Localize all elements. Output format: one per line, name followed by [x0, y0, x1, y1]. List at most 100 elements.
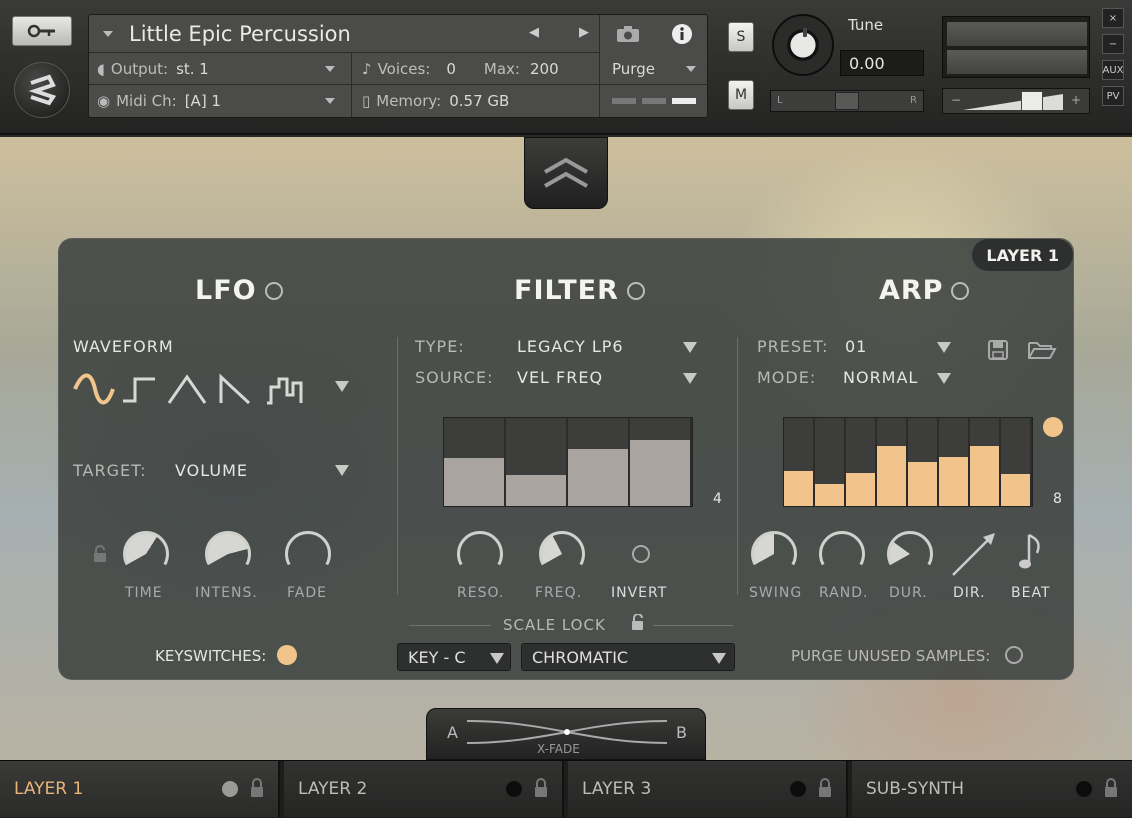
step-column[interactable]: [815, 418, 846, 506]
layer-enable-dot[interactable]: [222, 781, 238, 797]
arp-swing-knob[interactable]: [751, 531, 797, 567]
layer-enable-dot[interactable]: [506, 781, 522, 797]
aux-button[interactable]: AUX: [1102, 60, 1124, 80]
arp-section-title: ARP: [879, 275, 970, 306]
scale-dropdown-icon: [712, 653, 726, 664]
lfo-fade-knob[interactable]: [285, 531, 331, 567]
lfo-time-knob[interactable]: [123, 531, 169, 567]
filter-source-dropdown-icon[interactable]: [683, 373, 697, 384]
lock-icon[interactable]: [818, 778, 832, 798]
filter-enable-toggle[interactable]: [626, 281, 645, 300]
step-column[interactable]: [970, 418, 1001, 506]
saw-wave-icon[interactable]: [219, 373, 251, 405]
step-column[interactable]: [444, 418, 506, 506]
snapshot-button[interactable]: [599, 15, 655, 53]
scale-lock-icon[interactable]: [631, 614, 644, 631]
filter-type-value[interactable]: LEGACY LP6: [517, 337, 624, 356]
lock-icon[interactable]: [534, 778, 548, 798]
scale-lock-rule: [409, 625, 491, 626]
arp-random-knob[interactable]: [819, 531, 865, 567]
arp-mode-dropdown-icon[interactable]: [937, 373, 951, 384]
close-button[interactable]: ×: [1102, 8, 1124, 28]
sine-wave-icon[interactable]: [73, 373, 115, 405]
arp-step-count[interactable]: 8: [1053, 491, 1063, 507]
purge-unused-toggle[interactable]: [1005, 646, 1023, 664]
lock-icon[interactable]: [1104, 778, 1118, 798]
prev-arrow-icon[interactable]: ◀: [529, 25, 539, 40]
step-column[interactable]: [846, 418, 877, 506]
tab-layer-2[interactable]: LAYER 2: [284, 761, 564, 817]
target-dropdown-icon[interactable]: [335, 465, 349, 476]
arp-accent-handle[interactable]: [1043, 417, 1063, 437]
pan-left-label: L: [777, 95, 783, 106]
eighth-note-icon[interactable]: [1017, 531, 1047, 573]
square-wave-icon[interactable]: [123, 377, 155, 403]
instrument-menu-icon[interactable]: [103, 30, 113, 37]
arp-preset-dropdown-icon[interactable]: [937, 342, 951, 353]
next-arrow-icon[interactable]: ▶: [579, 25, 589, 40]
step-column[interactable]: [784, 418, 815, 506]
minimize-button[interactable]: −: [1102, 34, 1124, 54]
step-column[interactable]: [1001, 418, 1032, 506]
tab-layer-1[interactable]: LAYER 1: [0, 761, 280, 817]
purge-menu[interactable]: Purge: [599, 53, 709, 85]
tune-value[interactable]: 0.00: [840, 50, 924, 76]
save-icon[interactable]: [987, 339, 1009, 361]
random-wave-icon[interactable]: [267, 377, 303, 405]
tab-sub-synth[interactable]: SUB-SYNTH: [852, 761, 1132, 817]
filter-step-sequencer[interactable]: [443, 417, 693, 507]
waveform-dropdown-icon[interactable]: [335, 381, 349, 392]
scale-dropdown[interactable]: CHROMATIC: [521, 643, 735, 671]
step-column[interactable]: [630, 418, 692, 506]
tune-knob[interactable]: [772, 14, 834, 76]
triangle-wave-icon[interactable]: [167, 374, 207, 404]
arp-step-sequencer[interactable]: [783, 417, 1033, 507]
info-button[interactable]: [655, 15, 709, 53]
scale-value: CHROMATIC: [532, 647, 629, 667]
filter-freq-knob[interactable]: [539, 531, 585, 567]
volume-handle[interactable]: [1021, 91, 1043, 111]
solo-button[interactable]: S: [728, 22, 754, 52]
step-column[interactable]: [568, 418, 630, 506]
filter-source-value[interactable]: VEL FREQ: [517, 368, 603, 387]
pv-button[interactable]: PV: [1102, 86, 1124, 106]
invert-toggle[interactable]: [632, 545, 650, 563]
step-column[interactable]: [908, 418, 939, 506]
wrench-button[interactable]: [12, 16, 72, 46]
midi-channel-selector[interactable]: ◉ Midi Ch: [A] 1: [97, 85, 347, 117]
lfo-intensity-knob[interactable]: [205, 531, 251, 567]
pan-slider[interactable]: L R: [770, 90, 924, 112]
keyswitches-toggle[interactable]: [277, 645, 297, 665]
xfade-control[interactable]: A B X-FADE: [426, 708, 706, 760]
volume-plus-label: +: [1070, 93, 1081, 107]
target-value[interactable]: VOLUME: [175, 461, 248, 480]
step-column[interactable]: [506, 418, 568, 506]
lfo-enable-toggle[interactable]: [264, 281, 283, 300]
output-selector[interactable]: ◖ Output: st. 1: [97, 53, 347, 85]
step-column[interactable]: [939, 418, 970, 506]
volume-slider[interactable]: − +: [942, 88, 1090, 114]
arp-enable-toggle[interactable]: [951, 281, 970, 300]
key-dropdown[interactable]: KEY - C: [397, 643, 511, 671]
layer-enable-dot[interactable]: [1076, 781, 1092, 797]
filter-type-dropdown-icon[interactable]: [683, 342, 697, 353]
folder-open-icon[interactable]: [1027, 339, 1057, 361]
lock-icon[interactable]: [250, 778, 264, 798]
direction-arrow-icon[interactable]: [949, 529, 999, 579]
pan-handle[interactable]: [835, 92, 859, 110]
mute-button[interactable]: M: [728, 80, 754, 110]
arp-mode-value[interactable]: NORMAL: [843, 368, 918, 387]
filter-step-count[interactable]: 4: [713, 491, 723, 507]
filter-reso-knob[interactable]: [457, 531, 503, 567]
beat-label: BEAT: [1011, 585, 1051, 601]
arp-preset-value[interactable]: 01: [845, 337, 867, 356]
instrument-title: Little Epic Percussion: [129, 21, 351, 46]
invert-label: INVERT: [611, 585, 668, 601]
layer-enable-dot[interactable]: [790, 781, 806, 797]
max-voices-value[interactable]: 200: [530, 60, 559, 78]
step-column[interactable]: [877, 418, 908, 506]
collapse-header-button[interactable]: [524, 137, 608, 209]
tab-layer-3[interactable]: LAYER 3: [568, 761, 848, 817]
lock-icon[interactable]: [93, 545, 107, 563]
arp-duration-knob[interactable]: [887, 531, 933, 567]
